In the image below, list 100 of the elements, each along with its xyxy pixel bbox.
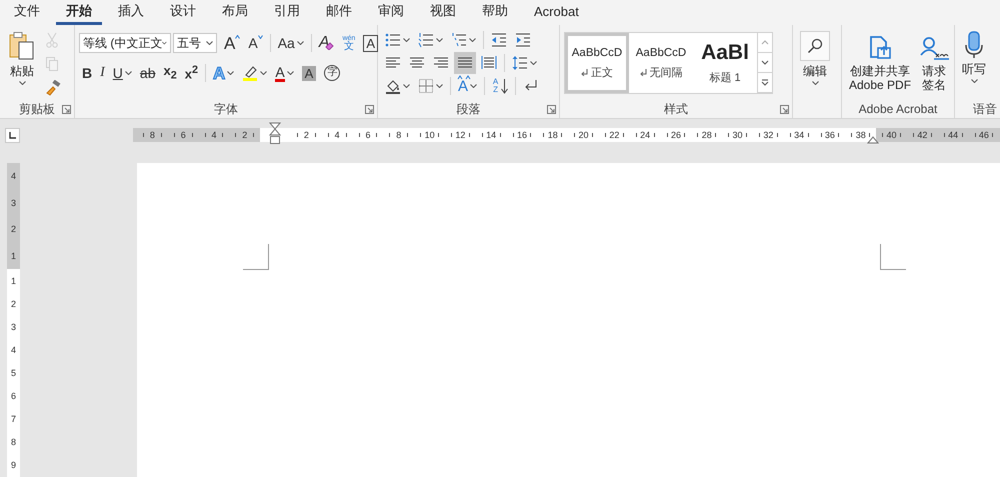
caret-icon bbox=[469, 38, 476, 42]
asian-layout-button[interactable]: A bbox=[455, 75, 480, 97]
caret-icon bbox=[206, 41, 213, 45]
sort-button[interactable]: AZ bbox=[489, 75, 512, 97]
ribbon-tab[interactable]: 邮件 bbox=[316, 0, 362, 25]
caret-icon bbox=[530, 61, 537, 65]
ruler-number: 1 bbox=[10, 250, 16, 261]
char-shading-button[interactable]: A bbox=[298, 62, 320, 84]
ruler-number: 40 bbox=[886, 130, 897, 140]
tab-stop-icon bbox=[9, 132, 16, 138]
caret-icon bbox=[162, 41, 167, 45]
ruler-number: 8 bbox=[396, 130, 402, 140]
ruler-number: 2 bbox=[10, 224, 16, 234]
ruler-number: 6 bbox=[10, 390, 16, 400]
group-label: 语音 bbox=[973, 100, 997, 118]
create-pdf-button[interactable]: 创建并共享 Adobe PDF bbox=[846, 29, 914, 100]
multilevel-list-icon bbox=[451, 32, 467, 48]
font-size-field[interactable]: 五号 bbox=[173, 33, 217, 53]
down-arrow-icon bbox=[501, 78, 508, 94]
font-name-field[interactable]: 等线 (中文正文 bbox=[79, 33, 171, 53]
ribbon-tab[interactable]: 设计 bbox=[160, 0, 206, 25]
ruler-number: 3 bbox=[10, 198, 16, 208]
ruler-number: 32 bbox=[763, 130, 774, 140]
ruler-number: 18 bbox=[548, 130, 558, 140]
italic-button[interactable]: I bbox=[97, 62, 108, 84]
ruler-number: 36 bbox=[824, 130, 835, 140]
bold-button[interactable]: B bbox=[79, 62, 96, 84]
shrink-font-button[interactable]: A bbox=[245, 32, 266, 54]
ruler-number: 42 bbox=[917, 130, 928, 140]
subscript-button[interactable]: x$_{2}$ bbox=[160, 62, 180, 84]
group-label: Adobe Acrobat bbox=[858, 102, 938, 116]
caret-icon bbox=[761, 59, 769, 66]
style-gallery-item[interactable]: AaBbCcD 正文 bbox=[565, 33, 629, 93]
indent-marker-icon[interactable] bbox=[269, 122, 282, 144]
group-label: 段落 bbox=[456, 100, 480, 118]
microphone-icon bbox=[964, 31, 984, 59]
style-gallery-item[interactable]: AaBl 标题 1 bbox=[693, 33, 757, 93]
dialog-launcher-icon[interactable] bbox=[62, 105, 71, 114]
ruler-number: 4 bbox=[334, 130, 340, 140]
ribbon-tab[interactable]: 文件 bbox=[4, 0, 50, 25]
numbered-list-icon bbox=[418, 32, 434, 48]
superscript-button[interactable]: x$^{2}$ bbox=[182, 62, 202, 84]
strikethrough-button[interactable]: ab bbox=[136, 62, 158, 84]
border-grid-icon bbox=[418, 78, 434, 94]
underline-button[interactable]: U bbox=[110, 62, 135, 84]
down-caret-icon bbox=[258, 35, 263, 39]
editing-button[interactable]: 编辑 bbox=[797, 29, 833, 100]
ruler-number: 34 bbox=[794, 130, 804, 140]
ruler-number: 10 bbox=[424, 130, 435, 140]
style-preview: AaBbCcD bbox=[636, 46, 686, 58]
ruler-number: 5 bbox=[10, 368, 16, 378]
change-case-button[interactable]: Aa bbox=[274, 32, 307, 54]
ruler-number: 2 bbox=[10, 298, 16, 308]
ruler-number: 38 bbox=[856, 130, 866, 140]
ribbon-tab[interactable]: Acrobat bbox=[524, 0, 589, 25]
style-gallery-item[interactable]: AaBbCcD 无间隔 bbox=[629, 33, 693, 93]
style-name: 无间隔 bbox=[650, 66, 682, 80]
ribbon-tab[interactable]: 插入 bbox=[108, 0, 154, 25]
ribbon-tab[interactable]: 引用 bbox=[264, 0, 310, 25]
ribbon-tab[interactable]: 审阅 bbox=[368, 0, 414, 25]
caret-icon bbox=[436, 84, 443, 88]
up-caret-icon bbox=[235, 35, 240, 39]
caret-icon bbox=[286, 71, 294, 75]
paragraph-mark-icon bbox=[640, 68, 646, 76]
ribbon-tab[interactable]: 视图 bbox=[420, 0, 466, 25]
dialog-launcher-icon[interactable] bbox=[547, 105, 556, 114]
ruler-number: 2 bbox=[242, 130, 248, 140]
font-color-button[interactable]: A bbox=[272, 62, 297, 84]
paste-button[interactable]: 粘贴 bbox=[4, 29, 40, 100]
ruler-number: 16 bbox=[516, 130, 527, 140]
ruler-number: 4 bbox=[211, 130, 216, 140]
scissors-icon bbox=[45, 32, 59, 48]
corner-mark bbox=[880, 244, 906, 270]
line-spacing-icon bbox=[512, 55, 528, 71]
ruler-number: 6 bbox=[365, 130, 370, 140]
tab-selector-button[interactable] bbox=[5, 128, 20, 142]
ruler-number: 3 bbox=[10, 322, 16, 332]
ruler-number: 4 bbox=[10, 171, 16, 182]
request-signature-button[interactable]: 请求 签名 bbox=[916, 29, 952, 100]
dialog-launcher-icon[interactable] bbox=[780, 105, 789, 114]
grow-font-button[interactable]: A bbox=[221, 32, 244, 54]
dictate-button[interactable]: 听写 bbox=[959, 29, 989, 100]
caret-icon bbox=[296, 41, 304, 45]
ruler-number: 24 bbox=[640, 130, 650, 140]
paint-bucket-icon bbox=[385, 78, 401, 94]
style-name: 正文 bbox=[591, 66, 613, 80]
justify-button[interactable] bbox=[454, 52, 476, 74]
copy-icon bbox=[45, 56, 59, 72]
right-indent-marker-icon[interactable] bbox=[867, 136, 880, 144]
document-upload-icon bbox=[868, 35, 892, 61]
arrows-icon bbox=[457, 75, 471, 80]
style-preview: AaBl bbox=[701, 42, 749, 64]
bulleted-list-icon bbox=[385, 32, 401, 48]
ruler-number: 6 bbox=[180, 130, 186, 140]
ribbon-tab[interactable]: 帮助 bbox=[472, 0, 518, 25]
ribbon-tab[interactable]: 布局 bbox=[212, 0, 258, 25]
clipboard-icon bbox=[8, 31, 36, 61]
caret-icon bbox=[227, 71, 234, 75]
highlighter-icon bbox=[242, 65, 258, 81]
dialog-launcher-icon[interactable] bbox=[365, 105, 374, 114]
